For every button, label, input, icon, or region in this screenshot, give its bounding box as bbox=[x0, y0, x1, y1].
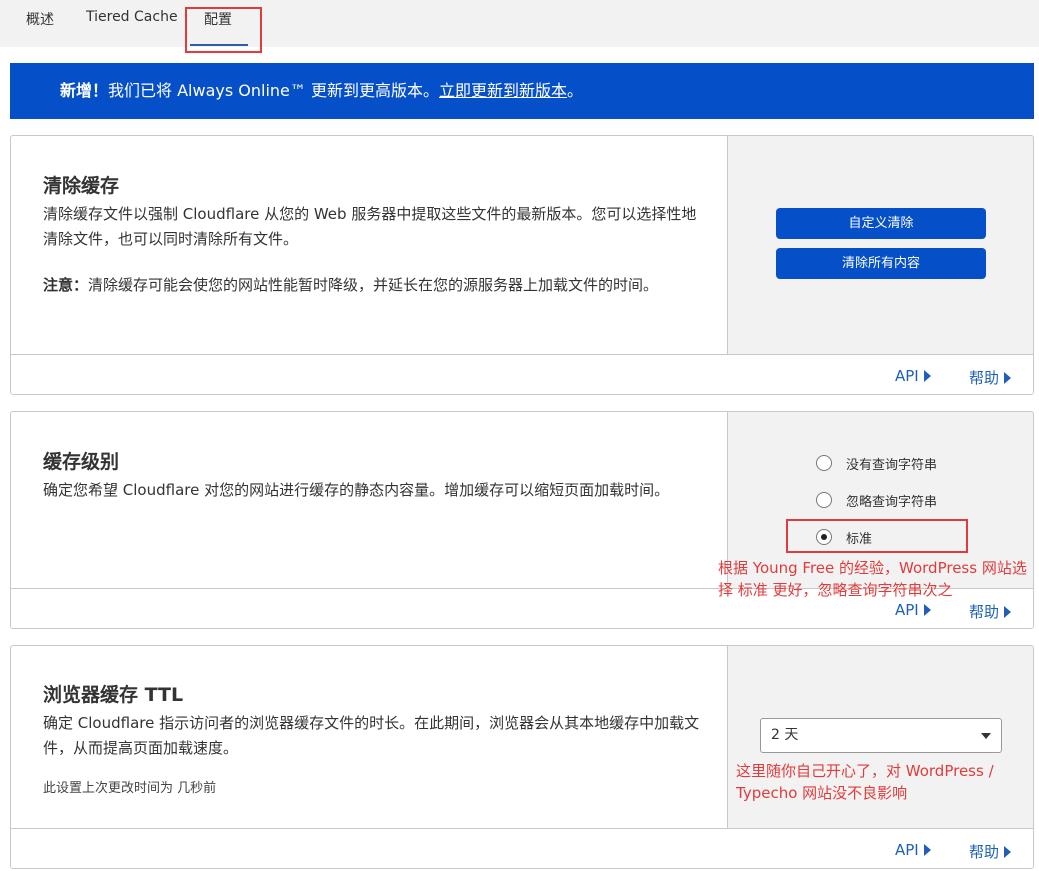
radio-no-query-string[interactable]: 没有查询字符串 bbox=[816, 453, 937, 473]
purge-note-text: 清除缓存可能会使您的网站性能暂时降级，并延长在您的源服务器上加载文件的时间。 bbox=[88, 276, 659, 294]
browser-ttl-help-link[interactable]: 帮助 bbox=[969, 841, 1012, 862]
custom-purge-button[interactable]: 自定义清除 bbox=[776, 208, 986, 239]
tab-bar: 概述 Tiered Cache 配置 bbox=[0, 0, 1039, 47]
purge-cache-description: 清除缓存文件以强制 Cloudflare 从您的 Web 服务器中提取这些文件的… bbox=[43, 205, 697, 248]
browser-ttl-footer: API 帮助 bbox=[11, 828, 1033, 868]
purge-cache-note: 注意：清除缓存可能会使您的网站性能暂时降级，并延长在您的源服务器上加载文件的时间… bbox=[43, 273, 703, 298]
banner-prefix: 新增！ bbox=[60, 81, 109, 100]
banner-suffix: 。 bbox=[567, 81, 584, 100]
cache-level-api-link[interactable]: API bbox=[895, 601, 931, 619]
standard-highlight-box bbox=[786, 519, 968, 553]
browser-ttl-api-link[interactable]: API bbox=[895, 841, 931, 859]
browser-cache-ttl-card: 浏览器缓存 TTL 确定 Cloudflare 指示访问者的浏览器缓存文件的时长… bbox=[10, 645, 1034, 869]
browser-ttl-select[interactable]: 2 天 bbox=[760, 718, 1002, 753]
cache-level-help-link[interactable]: 帮助 bbox=[969, 601, 1012, 622]
browser-ttl-title: 浏览器缓存 TTL bbox=[43, 684, 184, 706]
caret-right-icon bbox=[923, 370, 931, 382]
caching-level-description: 确定您希望 Cloudflare 对您的网站进行缓存的静态内容量。增加缓存可以缩… bbox=[43, 481, 670, 499]
caret-right-icon bbox=[923, 844, 931, 856]
radio-ignore-query-string[interactable]: 忽略查询字符串 bbox=[816, 490, 937, 510]
purge-cache-actions: 自定义清除 清除所有内容 bbox=[727, 136, 1033, 355]
caret-right-icon bbox=[1004, 846, 1012, 858]
purge-everything-button[interactable]: 清除所有内容 bbox=[776, 248, 986, 279]
caret-right-icon bbox=[923, 604, 931, 616]
chevron-down-icon bbox=[981, 733, 991, 739]
caching-level-annotation: 根据 Young Free 的经验，WordPress 网站选择 标准 更好，忽… bbox=[718, 559, 1027, 599]
update-banner: 新增！我们已将 Always Online™ 更新到更高版本。立即更新到新版本。 bbox=[10, 63, 1034, 119]
caching-level-content: 缓存级别 确定您希望 Cloudflare 对您的网站进行缓存的静态内容量。增加… bbox=[11, 412, 727, 589]
browser-ttl-description: 确定 Cloudflare 指示访问者的浏览器缓存文件的时长。在此期间，浏览器会… bbox=[43, 714, 700, 757]
radio-circle bbox=[816, 492, 832, 508]
caret-right-icon bbox=[1004, 372, 1012, 384]
purge-cache-card: 清除缓存 清除缓存文件以强制 Cloudflare 从您的 Web 服务器中提取… bbox=[10, 135, 1034, 395]
purge-note-label: 注意： bbox=[43, 276, 89, 294]
browser-ttl-content: 浏览器缓存 TTL 确定 Cloudflare 指示访问者的浏览器缓存文件的时长… bbox=[11, 646, 727, 829]
radio-circle bbox=[816, 455, 832, 471]
browser-ttl-annotation: 这里随你自己开心了，对 WordPress / Typecho 网站没不良影响 bbox=[736, 762, 994, 802]
purge-api-link[interactable]: API bbox=[895, 367, 931, 385]
purge-cache-title: 清除缓存 bbox=[43, 175, 120, 197]
caching-level-title: 缓存级别 bbox=[43, 451, 120, 473]
caret-right-icon bbox=[1004, 606, 1012, 618]
purge-help-link[interactable]: 帮助 bbox=[969, 367, 1012, 388]
banner-update-link[interactable]: 立即更新到新版本 bbox=[439, 81, 567, 100]
tab-overview[interactable]: 概述 bbox=[26, 9, 54, 29]
tab-tiered-cache[interactable]: Tiered Cache bbox=[86, 9, 178, 25]
tab-highlight-box bbox=[185, 7, 262, 53]
browser-ttl-last-changed: 此设置上次更改时间为 几秒前 bbox=[43, 781, 217, 796]
banner-text: 我们已将 Always Online™ 更新到更高版本。 bbox=[108, 81, 439, 100]
browser-ttl-selected-value: 2 天 bbox=[771, 727, 799, 743]
purge-cache-content: 清除缓存 清除缓存文件以强制 Cloudflare 从您的 Web 服务器中提取… bbox=[11, 136, 727, 355]
purge-cache-footer: API 帮助 bbox=[11, 354, 1033, 394]
